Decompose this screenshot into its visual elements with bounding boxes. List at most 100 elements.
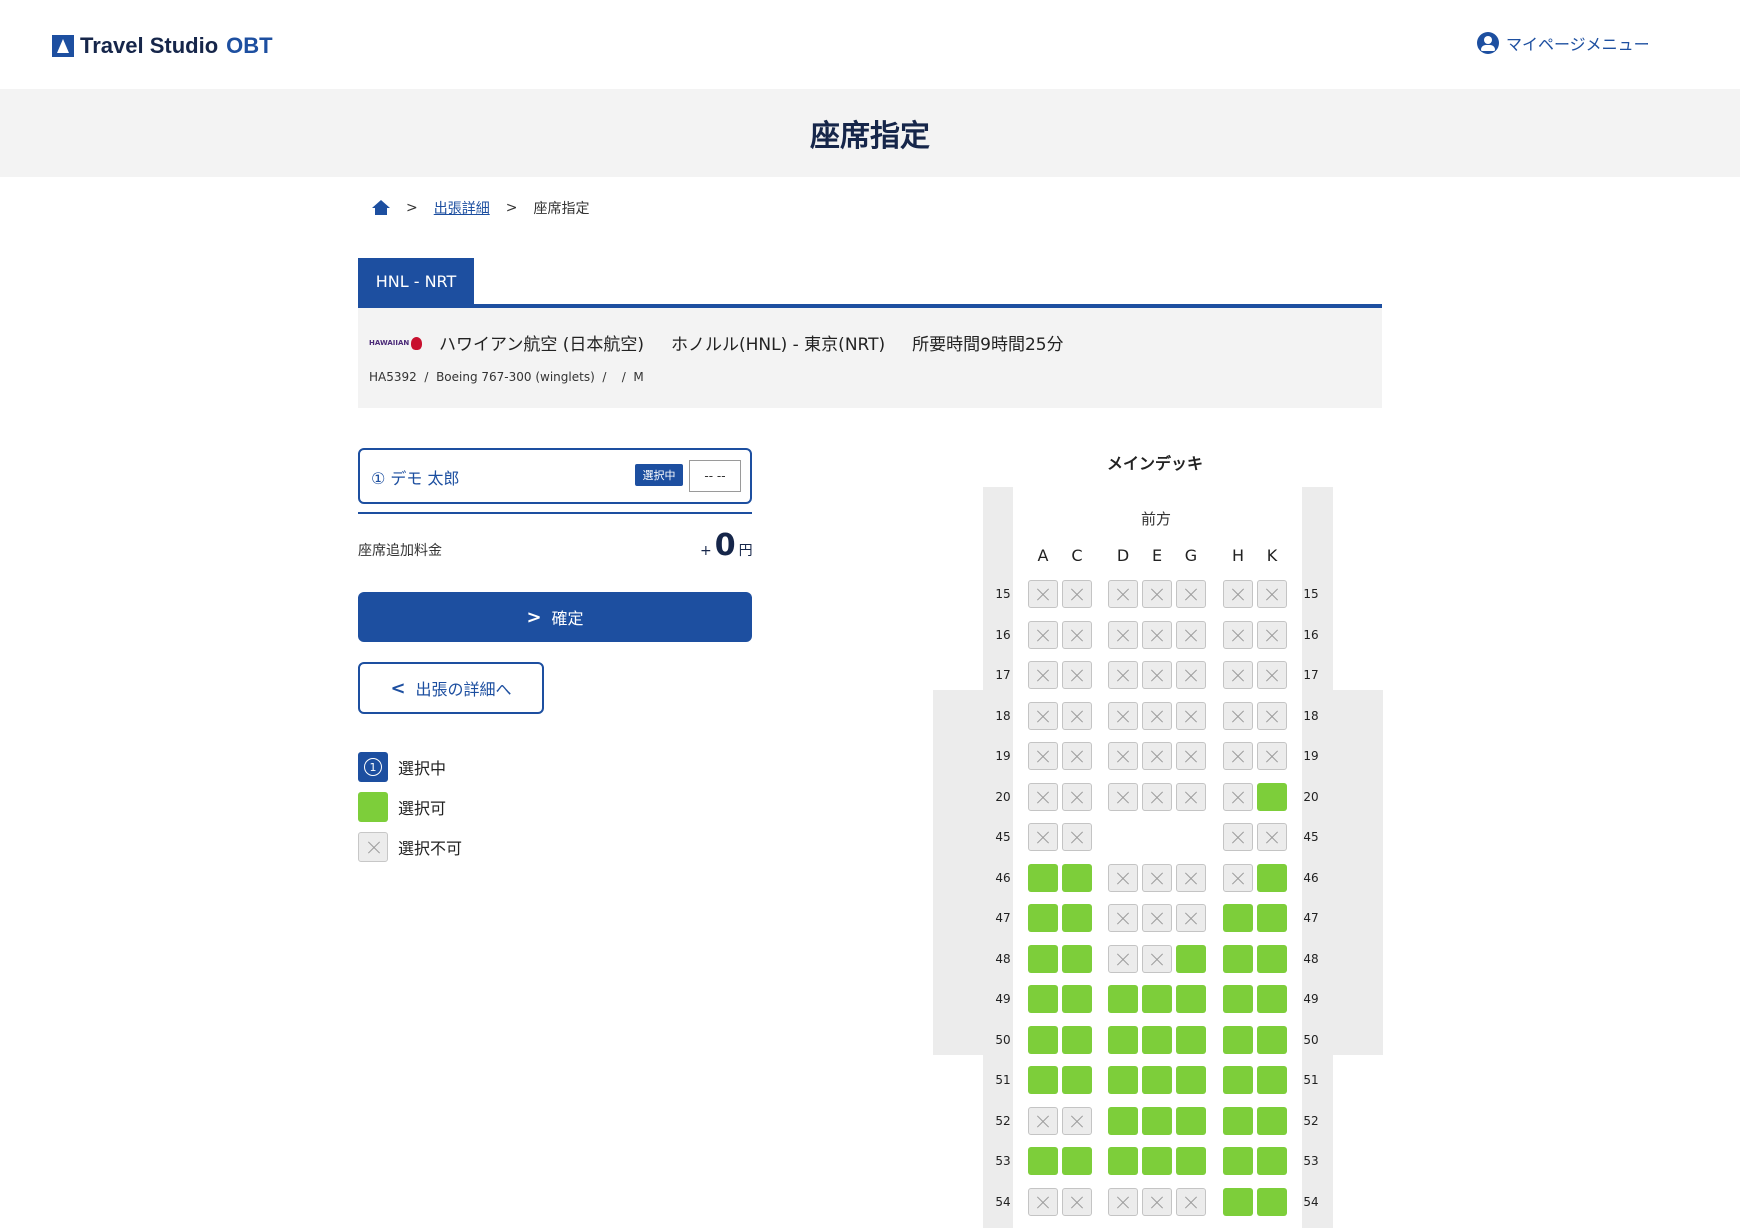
seat-19c xyxy=(1062,742,1092,770)
seat-51a[interactable] xyxy=(1028,1066,1058,1094)
breadcrumb-trip-detail-link[interactable]: 出張詳細 xyxy=(434,198,490,218)
seat-48c[interactable] xyxy=(1062,944,1092,973)
seat-51c[interactable] xyxy=(1062,1066,1092,1094)
seat-48k[interactable] xyxy=(1257,944,1287,973)
seat-19d xyxy=(1108,742,1138,770)
row-number-left: 54 xyxy=(995,1194,1011,1209)
seat-20g xyxy=(1176,782,1206,811)
seat-48g[interactable] xyxy=(1176,944,1206,973)
seat-17k xyxy=(1257,661,1287,689)
seat-17c xyxy=(1062,661,1092,689)
seat-46c[interactable] xyxy=(1062,863,1092,892)
seat-47a[interactable] xyxy=(1028,904,1058,932)
seat-20k[interactable] xyxy=(1257,782,1287,811)
seat-52k[interactable] xyxy=(1257,1106,1287,1135)
seat-51h[interactable] xyxy=(1223,1066,1253,1094)
seat-49e[interactable] xyxy=(1142,985,1172,1013)
seat-46a[interactable] xyxy=(1028,863,1058,892)
seat-54c xyxy=(1062,1187,1092,1216)
seat-49h[interactable] xyxy=(1223,985,1253,1013)
front-label: 前方 xyxy=(1141,510,1172,528)
seat-45k xyxy=(1257,823,1287,851)
seat-53a[interactable] xyxy=(1028,1147,1058,1175)
chevron-right-icon: > xyxy=(526,606,542,628)
column-label-e: E xyxy=(1151,546,1163,565)
seat-50g[interactable] xyxy=(1176,1025,1206,1054)
legend-unavailable-swatch xyxy=(358,832,388,862)
breadcrumb-separator: > xyxy=(505,200,518,216)
seat-50k[interactable] xyxy=(1257,1025,1287,1054)
seat-53c[interactable] xyxy=(1062,1147,1092,1175)
row-number-left: 45 xyxy=(995,830,1011,844)
seat-49a[interactable] xyxy=(1028,985,1058,1013)
seat-53k[interactable] xyxy=(1257,1147,1287,1175)
seat-54k[interactable] xyxy=(1257,1187,1287,1216)
seat-52d[interactable] xyxy=(1108,1106,1138,1135)
seat-47c[interactable] xyxy=(1062,904,1092,932)
selecting-badge: 選択中 xyxy=(635,464,683,486)
seat-53d[interactable] xyxy=(1108,1147,1138,1175)
seat-47d xyxy=(1108,904,1138,932)
seat-16c xyxy=(1062,620,1092,649)
seat-46k[interactable] xyxy=(1257,863,1287,892)
seat-48a[interactable] xyxy=(1028,944,1058,973)
seat-49k[interactable] xyxy=(1257,985,1287,1013)
seat-52e[interactable] xyxy=(1142,1106,1172,1135)
seat-48d xyxy=(1108,944,1138,973)
seat-48h[interactable] xyxy=(1223,944,1253,973)
seat-16k xyxy=(1257,620,1287,649)
seat-47h[interactable] xyxy=(1223,904,1253,932)
column-label-c: C xyxy=(1071,546,1083,565)
mypage-menu-label: マイページメニュー xyxy=(1506,35,1650,54)
seat-16g xyxy=(1176,620,1206,649)
column-label-g: G xyxy=(1184,546,1198,565)
back-to-trip-button[interactable]: < 出張の詳細へ xyxy=(358,662,544,714)
seat-20h xyxy=(1223,782,1253,811)
seat-51d[interactable] xyxy=(1108,1066,1138,1094)
seat-53e[interactable] xyxy=(1142,1147,1172,1175)
row-number-right: 50 xyxy=(1303,1032,1319,1047)
seat-49c[interactable] xyxy=(1062,985,1092,1013)
seat-53h[interactable] xyxy=(1223,1147,1253,1175)
column-label-h: H xyxy=(1231,546,1245,565)
breadcrumb: > 出張詳細 > 座席指定 xyxy=(372,198,589,218)
seat-15e xyxy=(1142,580,1172,608)
seat-52h[interactable] xyxy=(1223,1106,1253,1135)
page-title: 座席指定 xyxy=(810,119,930,154)
seat-49g[interactable] xyxy=(1176,985,1206,1013)
flight-info-panel: HAWAIIAN ハワイアン航空 (日本航空) ホノルル(HNL) - 東京(N… xyxy=(358,308,1382,408)
row-number-right: 45 xyxy=(1303,830,1319,844)
seat-54h[interactable] xyxy=(1223,1187,1253,1216)
breadcrumb-separator: > xyxy=(406,200,418,216)
travel-studio-logo[interactable]: Travel Studio OBT xyxy=(52,33,273,59)
fee-plus: + xyxy=(700,543,712,559)
seat-51e[interactable] xyxy=(1142,1066,1172,1094)
seat-16a xyxy=(1028,620,1058,649)
seat-51g[interactable] xyxy=(1176,1066,1206,1094)
seat-50c[interactable] xyxy=(1062,1025,1092,1054)
seat-18h xyxy=(1223,701,1253,730)
row-number-right: 47 xyxy=(1303,911,1319,925)
mypage-menu-button[interactable]: マイページメニュー xyxy=(1477,31,1650,55)
row-number-right: 46 xyxy=(1303,870,1319,885)
user-icon xyxy=(1477,32,1499,54)
home-icon[interactable] xyxy=(372,200,390,216)
confirm-button[interactable]: > 確定 xyxy=(358,592,752,642)
seat-19e xyxy=(1142,742,1172,770)
seat-50d[interactable] xyxy=(1108,1025,1138,1054)
seat-19h xyxy=(1223,742,1253,770)
seat-47k[interactable] xyxy=(1257,904,1287,932)
seat-51k[interactable] xyxy=(1257,1066,1287,1094)
passenger-selector[interactable]: ① デモ 太郎 選択中 -- -- xyxy=(358,448,752,504)
seat-53g[interactable] xyxy=(1176,1147,1206,1175)
seat-50a[interactable] xyxy=(1028,1025,1058,1054)
column-label-d: D xyxy=(1116,546,1130,565)
route-tab-hnl-nrt[interactable]: HNL - NRT xyxy=(358,258,474,304)
seat-50h[interactable] xyxy=(1223,1025,1253,1054)
seat-17a xyxy=(1028,661,1058,689)
seat-52g[interactable] xyxy=(1176,1106,1206,1135)
seat-49d[interactable] xyxy=(1108,985,1138,1013)
seat-50e[interactable] xyxy=(1142,1025,1172,1054)
row-number-right: 51 xyxy=(1303,1073,1319,1087)
back-label: 出張の詳細へ xyxy=(415,680,512,699)
